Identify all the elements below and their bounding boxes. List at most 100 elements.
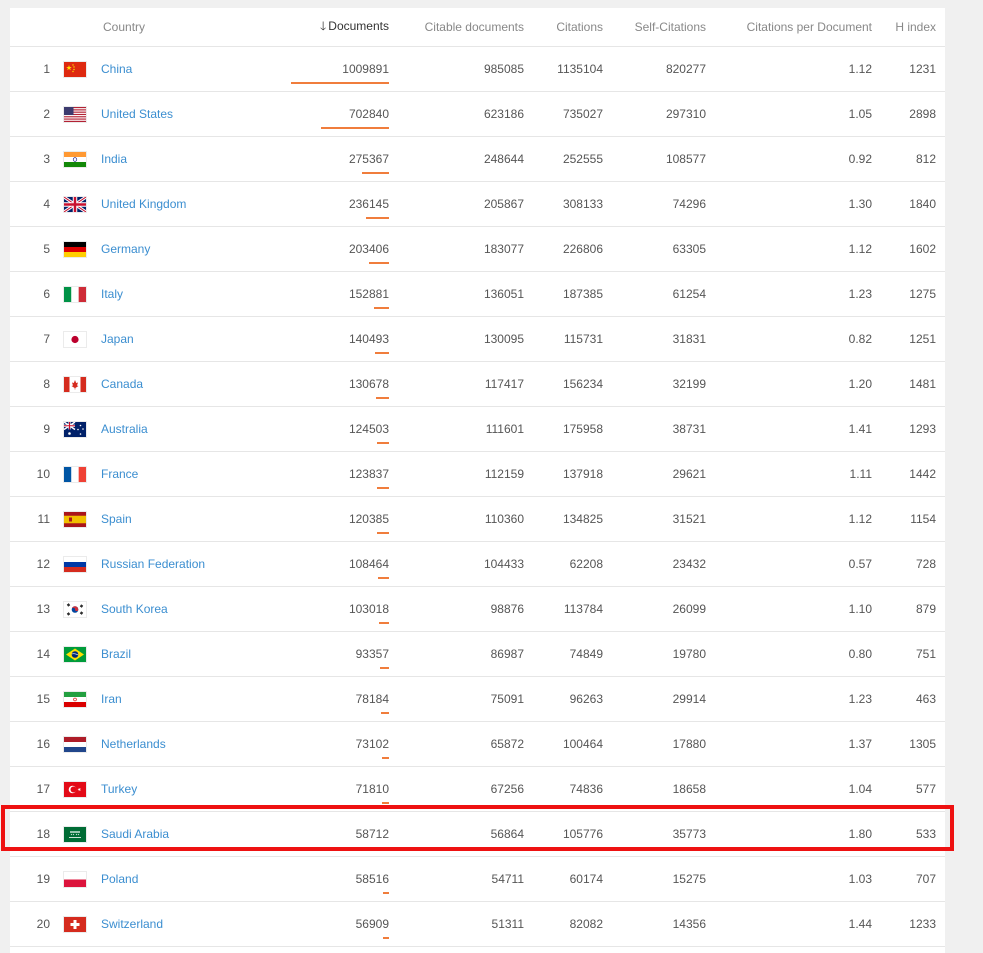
country-link[interactable]: China	[101, 62, 132, 76]
citations-per-document-cell: 1.44	[706, 901, 872, 947]
documents-bar	[381, 712, 389, 714]
self-citations-cell: 63305	[603, 226, 706, 272]
country-cell: Brazil	[100, 631, 292, 677]
table-row-canada: 8 Canada 130678 117417 156234 32199 1.20 1481	[10, 361, 945, 407]
documents-column-header[interactable]: 🡓 Documents	[292, 8, 389, 47]
citable-documents-cell: 86987	[389, 631, 524, 677]
citations-cell: 308133	[524, 181, 603, 227]
documents-cell: 108464	[292, 541, 389, 587]
country-column-header[interactable]: Country	[100, 8, 292, 47]
h-index-cell: 1231	[872, 46, 945, 92]
h-index-cell: 1293	[872, 406, 945, 452]
citable-documents-cell: 111601	[389, 406, 524, 452]
table-row-iran: 15 Iran 78184 75091 96263 29914 1.23 463	[10, 676, 945, 722]
flag-cell	[50, 46, 100, 92]
rank-cell: 20	[10, 901, 50, 947]
rank-cell: 16	[10, 721, 50, 767]
documents-cell: 123837	[292, 451, 389, 497]
citations-column-header[interactable]: Citations	[524, 8, 603, 47]
citable-documents-cell: 110360	[389, 496, 524, 542]
citable-documents-cell: 117417	[389, 361, 524, 407]
country-link[interactable]: Spain	[101, 512, 132, 526]
country-link[interactable]: United Kingdom	[101, 197, 186, 211]
flag-cell	[50, 406, 100, 452]
citations-per-document-column-header[interactable]: Citations per Document	[706, 8, 872, 47]
h-index-cell: 1154	[872, 496, 945, 542]
country-link[interactable]: Japan	[101, 332, 134, 346]
documents-value: 58516	[355, 872, 389, 886]
rank-cell: 9	[10, 406, 50, 452]
documents-cell: 78184	[292, 676, 389, 722]
country-link[interactable]: Poland	[101, 872, 138, 886]
citations-per-document-cell: 0.57	[706, 541, 872, 587]
documents-value: 130678	[348, 377, 389, 391]
rank-cell: 3	[10, 136, 50, 182]
rank-cell: 19	[10, 856, 50, 902]
pl-flag-icon	[64, 871, 86, 887]
citations-cell: 137918	[524, 451, 603, 497]
documents-value: 203406	[348, 242, 389, 256]
country-link[interactable]: France	[101, 467, 138, 481]
self-citations-cell: 31521	[603, 496, 706, 542]
documents-header-label: Documents	[328, 18, 389, 33]
country-link[interactable]: United States	[101, 107, 173, 121]
h-index-cell: 1602	[872, 226, 945, 272]
country-cell: Switzerland	[100, 901, 292, 947]
country-link[interactable]: Canada	[101, 377, 143, 391]
country-link[interactable]: Brazil	[101, 647, 131, 661]
self-citations-column-header[interactable]: Self-Citations	[603, 8, 706, 47]
citable-documents-cell: 112159	[389, 451, 524, 497]
self-citations-cell: 32199	[603, 361, 706, 407]
documents-cell: 73102	[292, 721, 389, 767]
country-link[interactable]: Australia	[101, 422, 148, 436]
flag-cell	[50, 676, 100, 722]
table-row-brazil: 14 Brazil 93357 86987 74849 19780 0.80 751	[10, 631, 945, 677]
country-link[interactable]: Iran	[101, 692, 122, 706]
documents-value: 1009891	[342, 62, 389, 76]
self-citations-cell: 820277	[603, 46, 706, 92]
country-link[interactable]: Turkey	[101, 782, 137, 796]
h-index-cell: 1275	[872, 271, 945, 317]
self-citations-cell: 17880	[603, 721, 706, 767]
flag-cell	[50, 226, 100, 272]
self-citations-cell: 61254	[603, 271, 706, 317]
citable-documents-column-header[interactable]: Citable documents	[389, 8, 524, 47]
documents-cell: 140493	[292, 316, 389, 362]
documents-bar	[377, 487, 389, 489]
documents-value: 120385	[348, 512, 389, 526]
documents-bar	[375, 352, 389, 354]
self-citations-cell: 14356	[603, 901, 706, 947]
documents-cell: 103018	[292, 586, 389, 632]
country-link[interactable]: India	[101, 152, 127, 166]
country-link[interactable]: Netherlands	[101, 737, 166, 751]
documents-bar	[376, 397, 389, 399]
citable-documents-cell: 98876	[389, 586, 524, 632]
citations-per-document-cell: 0.80	[706, 631, 872, 677]
documents-cell: 58516	[292, 856, 389, 902]
country-link[interactable]: Switzerland	[101, 917, 163, 931]
citations-per-document-cell: 1.30	[706, 181, 872, 227]
table-row-spain: 11 Spain 120385 110360 134825 31521 1.12 1154	[10, 496, 945, 542]
documents-bar	[382, 802, 389, 804]
rank-cell: 10	[10, 451, 50, 497]
rank-cell: 4	[10, 181, 50, 227]
table-row-russian-federation: 12 Russian Federation 108464 104433 62208 234…	[10, 541, 945, 587]
citations-per-document-cell: 1.05	[706, 91, 872, 137]
country-link[interactable]: Russian Federation	[101, 557, 205, 571]
country-link[interactable]: Germany	[101, 242, 150, 256]
flag-cell	[50, 631, 100, 677]
citations-per-document-cell: 1.12	[706, 46, 872, 92]
es-flag-icon	[64, 511, 86, 527]
table-row-united-kingdom: 4 United Kingdom 236145 205867 308133 74296 1.…	[10, 181, 945, 227]
citations-cell: 60174	[524, 856, 603, 902]
documents-value: 78184	[355, 692, 389, 706]
citations-per-document-cell: 1.12	[706, 226, 872, 272]
country-link[interactable]: South Korea	[101, 602, 168, 616]
table-row-france: 10 France 123837 112159 137918 29621 1.11 1442	[10, 451, 945, 497]
country-link[interactable]: Italy	[101, 287, 123, 301]
h-index-column-header[interactable]: H index	[872, 8, 945, 47]
documents-cell: 56909	[292, 901, 389, 947]
rank-cell: 2	[10, 91, 50, 137]
citations-per-document-cell: 0.92	[706, 136, 872, 182]
citations-cell: 62208	[524, 541, 603, 587]
